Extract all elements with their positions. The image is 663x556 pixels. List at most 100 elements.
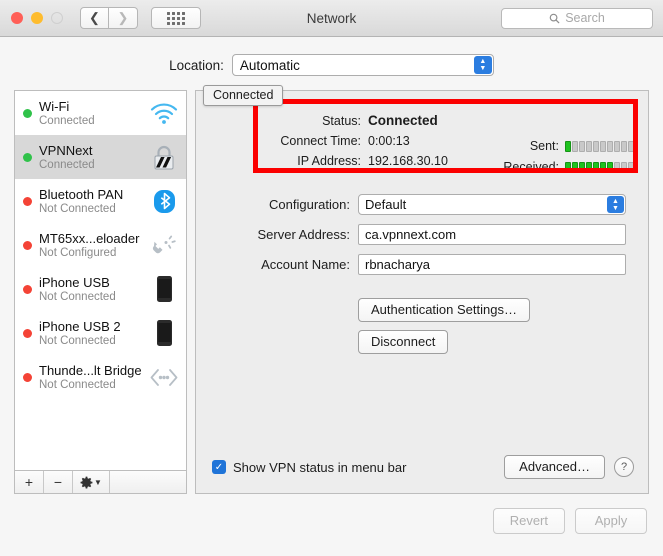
server-address-field[interactable]: ca.vpnnext.com: [358, 224, 626, 245]
location-label: Location:: [169, 57, 224, 73]
iphone-icon: [156, 275, 173, 303]
location-row: Location: Automatic ▲ ▼: [0, 54, 663, 76]
status-label: Status:: [322, 113, 361, 128]
search-input[interactable]: Search: [501, 7, 653, 29]
service-item[interactable]: iPhone USB 2 Not Connected: [15, 311, 186, 355]
service-actions-button[interactable]: ▼: [73, 471, 110, 493]
configuration-row: Configuration: Default ▲ ▼: [196, 194, 626, 215]
connected-tooltip: Connected: [203, 85, 284, 106]
received-label: Received:: [503, 160, 559, 174]
received-row: Received:: [479, 160, 634, 174]
meter-segment: [572, 140, 578, 152]
revert-button: Revert: [492, 508, 565, 534]
account-name-field[interactable]: rbnacharya: [358, 254, 626, 275]
service-text: iPhone USB Not Connected: [39, 275, 149, 304]
main-content: Wi-Fi Connected VPNNext Connected Bluetooth …: [14, 85, 649, 494]
service-name: Bluetooth PAN: [39, 186, 124, 202]
lock-icon: [152, 144, 176, 171]
services-sidebar: Wi-Fi Connected VPNNext Connected Bluetooth …: [14, 90, 187, 494]
service-icon-wrap: [149, 142, 179, 172]
service-item[interactable]: Bluetooth PAN Not Connected: [15, 179, 186, 223]
status-dot: [23, 196, 32, 206]
configuration-select[interactable]: Default ▲ ▼: [358, 194, 626, 215]
service-icon-wrap: [149, 318, 179, 348]
meter-segment: [572, 161, 578, 173]
status-dot: [23, 284, 32, 294]
vpn-form: Configuration: Default ▲ ▼ Server Address…: [196, 194, 626, 284]
service-icon-wrap: [149, 362, 179, 392]
close-button[interactable]: [11, 12, 23, 24]
service-item[interactable]: MT65xx...eloader Not Configured: [15, 223, 186, 267]
status-dot: [23, 328, 32, 338]
status-dot: [23, 372, 32, 382]
connect-time-value: 0:00:13: [368, 134, 410, 148]
service-state: Not Connected: [39, 334, 116, 347]
service-icon-wrap: [149, 98, 179, 128]
chevron-updown-icon: ▲ ▼: [473, 56, 492, 74]
server-address-row: Server Address: ca.vpnnext.com: [196, 224, 626, 245]
traffic-meters: Sent: Received:: [479, 118, 634, 181]
meter-segment: [565, 161, 571, 173]
search-placeholder: Search: [565, 11, 605, 25]
service-item[interactable]: Thunde...lt Bridge Not Connected: [15, 355, 186, 399]
forward-button: ❯: [109, 7, 138, 29]
help-button[interactable]: ?: [614, 457, 634, 477]
sent-label: Sent:: [529, 139, 559, 153]
account-name-label: Account Name:: [261, 257, 350, 272]
status-dot: [23, 240, 32, 250]
chevron-down-icon: ▼: [94, 477, 102, 487]
back-button[interactable]: ❮: [80, 7, 109, 29]
meter-segment: [621, 161, 627, 173]
minimize-button[interactable]: [31, 12, 43, 24]
apply-button: Apply: [575, 508, 647, 534]
meter-segment: [607, 140, 613, 152]
show-all-button[interactable]: [151, 7, 201, 29]
authentication-settings-button[interactable]: Authentication Settings…: [358, 298, 530, 322]
location-value: Automatic: [239, 57, 300, 73]
service-name: Wi-Fi: [39, 98, 70, 114]
add-service-button[interactable]: +: [15, 471, 44, 493]
disconnect-button[interactable]: Disconnect: [358, 330, 449, 354]
status-dot: [23, 108, 32, 118]
account-name-value: rbnacharya: [365, 257, 431, 272]
window-titlebar: ❮ ❯ Network Search: [0, 0, 663, 37]
service-text: Thunde...lt Bridge Not Connected: [39, 363, 149, 392]
service-name: Thunde...lt Bridge: [39, 362, 142, 378]
service-text: Wi-Fi Connected: [39, 99, 149, 128]
chevron-updown-icon: ▲ ▼: [607, 196, 624, 213]
services-list[interactable]: Wi-Fi Connected VPNNext Connected Bluetooth …: [15, 91, 186, 470]
service-item[interactable]: Wi-Fi Connected: [15, 91, 186, 135]
service-item[interactable]: iPhone USB Not Connected: [15, 267, 186, 311]
service-text: MT65xx...eloader Not Configured: [39, 231, 149, 260]
meter-segment: [628, 161, 634, 173]
location-select[interactable]: Automatic ▲ ▼: [231, 54, 494, 76]
connect-time-label: Connect Time:: [280, 134, 361, 148]
service-state: Not Connected: [39, 290, 116, 303]
sidebar-footer: + − ▼: [15, 470, 186, 493]
service-state: Not Configured: [39, 246, 117, 259]
meter-segment: [593, 161, 599, 173]
ip-address-label: IP Address:: [297, 154, 361, 168]
window-footer: Revert Apply: [0, 508, 647, 534]
service-item[interactable]: VPNNext Connected: [15, 135, 186, 179]
show-vpn-status-checkbox[interactable]: ✓: [212, 460, 226, 474]
sent-bars: [565, 140, 634, 152]
service-detail-panel: Connected Status: Connected Connect Time…: [195, 85, 649, 494]
action-buttons: Authentication Settings… Disconnect: [358, 298, 530, 362]
remove-service-button[interactable]: −: [44, 471, 73, 493]
server-address-value: ca.vpnnext.com: [365, 227, 457, 242]
bluetooth-icon: [153, 189, 176, 214]
service-state: Connected: [39, 114, 95, 127]
show-vpn-status-label[interactable]: Show VPN status in menu bar: [233, 460, 406, 475]
meter-segment: [607, 161, 613, 173]
service-state: Not Connected: [39, 202, 116, 215]
service-name: iPhone USB 2: [39, 318, 121, 334]
meter-segment: [600, 140, 606, 152]
service-text: Bluetooth PAN Not Connected: [39, 187, 149, 216]
ip-address-value: 192.168.30.10: [368, 154, 448, 168]
received-bars: [565, 161, 634, 173]
meter-segment: [579, 140, 585, 152]
advanced-button[interactable]: Advanced…: [504, 455, 605, 479]
thunderbolt-bridge-icon: [149, 368, 179, 387]
service-state: Not Connected: [39, 378, 116, 391]
